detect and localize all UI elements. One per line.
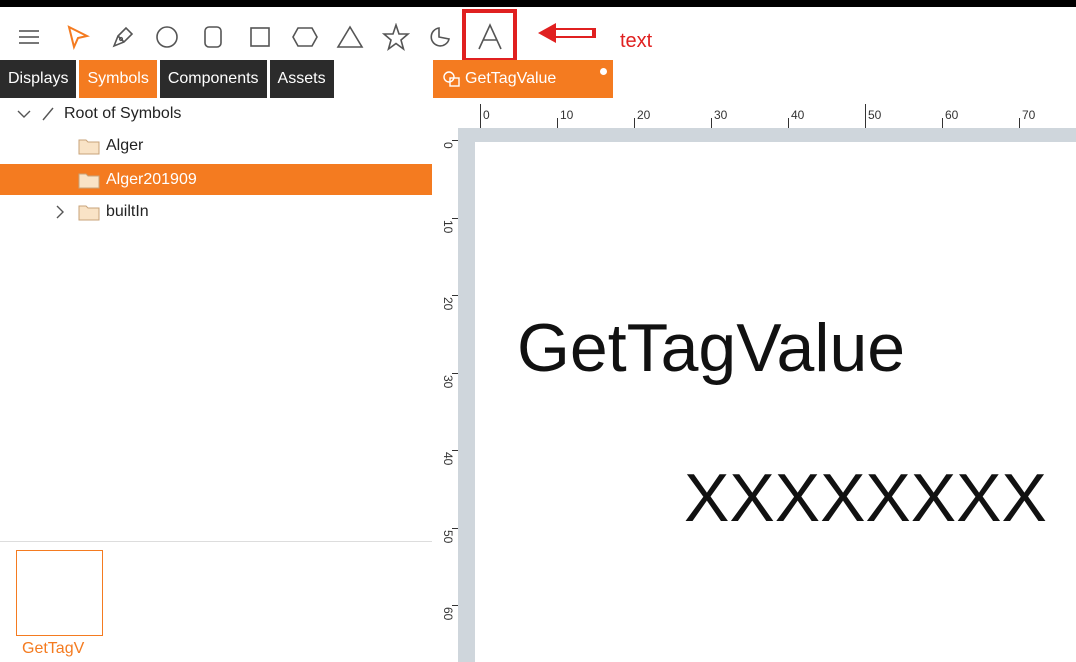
ruler-tick [711,118,712,128]
document-tab[interactable]: GetTagValue [433,60,613,98]
ruler-tick [942,118,943,128]
ruler-tick [452,217,458,219]
tree-item-label: Alger201909 [106,170,197,188]
symbol-thumbnail[interactable] [16,550,103,636]
ruler-tick [557,118,558,128]
ruler-label: 20 [441,297,455,311]
text-tool-highlight [462,9,517,62]
slash-icon [42,107,54,120]
ruler-label: 50 [441,529,455,543]
symbol-thumbnail-label: GetTagV [22,640,85,657]
ruler-label: 30 [714,108,728,122]
horizontal-ruler: 0 10 20 30 40 50 60 70 [475,98,1076,128]
horizontal-ruler-track [475,128,1076,142]
vertical-ruler [433,128,458,662]
folder-icon [78,205,100,220]
ruler-label: 10 [560,108,574,122]
ruler-tick [452,450,458,451]
ruler-tick [480,104,481,128]
vertical-ruler-track [458,128,475,662]
triangle-icon[interactable] [335,20,365,54]
menu-icon[interactable] [14,20,44,54]
canvas-text-placeholder[interactable]: XXXXXXXX [684,458,1047,538]
ruler-tick [865,104,866,128]
ruler-label: 0 [441,142,455,149]
pen-icon[interactable] [108,20,138,54]
ruler-tick [452,605,458,606]
ruler-label: 70 [1022,108,1036,122]
thumbnail-divider [0,541,432,542]
ruler-tick [788,118,789,128]
star-icon[interactable] [381,20,411,54]
document-tab-title: GetTagValue [465,70,557,87]
tab-symbols[interactable]: Symbols [79,60,157,98]
folder-icon [78,173,100,188]
folder-icon [78,139,100,154]
ruler-label: 60 [441,607,455,621]
tab-displays[interactable]: Displays [0,60,77,98]
ruler-label: 30 [441,374,455,388]
tab-assets[interactable]: Assets [269,60,334,98]
ruler-label: 40 [791,108,805,122]
tree-root[interactable]: Root of Symbols [0,98,432,129]
symbol-icon [443,71,460,87]
panel-tabs: Displays Symbols Components Assets [0,60,334,98]
tree-item-label: builtIn [106,202,149,220]
ruler-tick [452,372,458,374]
ruler-tick [452,140,458,141]
rect-icon[interactable] [245,20,275,54]
annotation-label: text [620,30,653,52]
design-canvas[interactable] [475,142,1076,662]
tree-item-builtin[interactable]: builtIn [0,196,432,227]
ruler-label: 0 [483,108,490,122]
tree-item-alger[interactable]: Alger [0,130,432,161]
ruler-label: 10 [441,219,455,233]
arc-icon[interactable] [425,20,455,54]
window-top-bar [0,0,1076,7]
rounded-rect-icon[interactable] [198,20,228,54]
unsaved-dot-icon [600,68,607,75]
circle-icon[interactable] [152,20,182,54]
tree-item-label: Alger [106,136,144,154]
ruler-label: 20 [637,108,651,122]
ruler-tick [634,118,635,128]
ruler-tick [452,527,458,529]
chevron-right-icon[interactable] [52,204,68,220]
ruler-tick [1019,118,1020,128]
canvas-text-title[interactable]: GetTagValue [517,308,905,388]
hexagon-icon[interactable] [290,20,320,54]
annotation-arrow-icon [534,19,600,52]
ruler-label: 40 [441,452,455,466]
tree-item-alger201909[interactable]: Alger201909 [0,164,432,195]
ruler-tick [452,295,458,296]
ruler-label: 50 [868,108,882,122]
pointer-icon[interactable] [63,20,93,54]
ruler-label: 60 [945,108,959,122]
chevron-down-icon[interactable] [16,106,32,122]
tree-root-label: Root of Symbols [64,104,182,122]
tab-components[interactable]: Components [159,60,267,98]
